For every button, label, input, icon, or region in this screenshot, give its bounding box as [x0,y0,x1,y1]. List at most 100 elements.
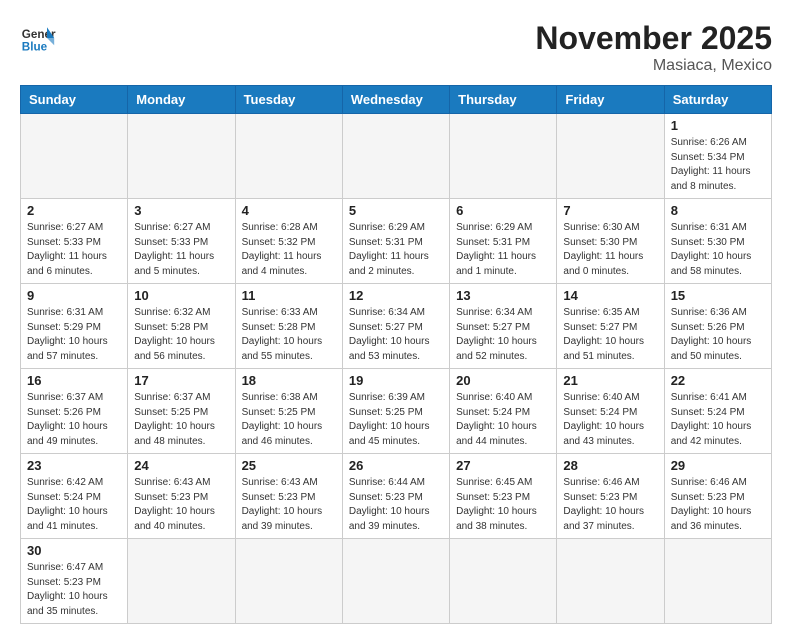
calendar-cell [557,114,664,199]
day-info: Sunrise: 6:34 AM Sunset: 5:27 PM Dayligh… [456,306,550,364]
calendar-table: SundayMondayTuesdayWednesdayThursdayFrid… [20,85,772,624]
week-row-3: 16 Sunrise: 6:37 AM Sunset: 5:26 PM Dayli… [21,369,772,454]
calendar-cell: 5Sunrise: 6:29 AM Sunset: 5:31 PM Daylig… [342,199,449,284]
week-row-1: 2 Sunrise: 6:27 AM Sunset: 5:33 PM Daylig… [21,199,772,284]
day-info: Sunrise: 6:36 AM Sunset: 5:26 PM Dayligh… [671,306,765,364]
calendar-cell: 22 Sunrise: 6:41 AM Sunset: 5:24 PM Dayli… [664,369,771,454]
day-info: Sunrise: 6:30 AM Sunset: 5:30 PM Dayligh… [563,221,657,279]
day-info: Sunrise: 6:47 AM Sunset: 5:23 PM Dayligh… [27,561,121,619]
day-number: 23 [27,458,121,473]
month-title: November 2025 [535,20,772,57]
week-row-2: 9 Sunrise: 6:31 AM Sunset: 5:29 PM Daylig… [21,284,772,369]
day-info: Sunrise: 6:39 AM Sunset: 5:25 PM Dayligh… [349,391,443,449]
calendar-cell: 9 Sunrise: 6:31 AM Sunset: 5:29 PM Daylig… [21,284,128,369]
calendar-cell: 11 Sunrise: 6:33 AM Sunset: 5:28 PM Dayli… [235,284,342,369]
calendar-cell: 16 Sunrise: 6:37 AM Sunset: 5:26 PM Dayli… [21,369,128,454]
page-header: General Blue November 2025 Masiaca, Mexi… [20,20,772,75]
day-number: 27 [456,458,550,473]
day-info: Sunrise: 6:43 AM Sunset: 5:23 PM Dayligh… [134,476,228,534]
calendar-cell: 12Sunrise: 6:34 AM Sunset: 5:27 PM Dayli… [342,284,449,369]
calendar-cell: 30Sunrise: 6:47 AM Sunset: 5:23 PM Dayli… [21,539,128,624]
day-number: 11 [242,288,336,303]
day-info: Sunrise: 6:41 AM Sunset: 5:24 PM Dayligh… [671,391,765,449]
location: Masiaca, Mexico [535,57,772,75]
calendar-cell: 24 Sunrise: 6:43 AM Sunset: 5:23 PM Dayli… [128,454,235,539]
day-number: 15 [671,288,765,303]
svg-text:Blue: Blue [22,41,48,54]
day-number: 22 [671,373,765,388]
day-header-monday: Monday [128,86,235,114]
calendar-cell: 13 Sunrise: 6:34 AM Sunset: 5:27 PM Dayli… [450,284,557,369]
logo: General Blue [20,20,56,56]
week-row-5: 30Sunrise: 6:47 AM Sunset: 5:23 PM Dayli… [21,539,772,624]
calendar-cell: 15 Sunrise: 6:36 AM Sunset: 5:26 PM Dayli… [664,284,771,369]
calendar-cell: 25Sunrise: 6:43 AM Sunset: 5:23 PM Dayli… [235,454,342,539]
day-info: Sunrise: 6:28 AM Sunset: 5:32 PM Dayligh… [242,221,336,279]
title-block: November 2025 Masiaca, Mexico [535,20,772,75]
day-number: 19 [349,373,443,388]
calendar-cell: 8Sunrise: 6:31 AM Sunset: 5:30 PM Daylig… [664,199,771,284]
calendar-cell [128,114,235,199]
calendar-cell [664,539,771,624]
calendar-cell: 20 Sunrise: 6:40 AM Sunset: 5:24 PM Dayli… [450,369,557,454]
day-number: 9 [27,288,121,303]
day-header-thursday: Thursday [450,86,557,114]
calendar-cell: 10Sunrise: 6:32 AM Sunset: 5:28 PM Dayli… [128,284,235,369]
day-number: 18 [242,373,336,388]
day-info: Sunrise: 6:42 AM Sunset: 5:24 PM Dayligh… [27,476,121,534]
day-info: Sunrise: 6:32 AM Sunset: 5:28 PM Dayligh… [134,306,228,364]
day-number: 3 [134,203,228,218]
day-info: Sunrise: 6:40 AM Sunset: 5:24 PM Dayligh… [563,391,657,449]
day-header-friday: Friday [557,86,664,114]
day-number: 13 [456,288,550,303]
day-number: 14 [563,288,657,303]
calendar-cell [450,114,557,199]
day-number: 16 [27,373,121,388]
calendar-cell [342,114,449,199]
day-number: 26 [349,458,443,473]
day-info: Sunrise: 6:35 AM Sunset: 5:27 PM Dayligh… [563,306,657,364]
calendar-cell [557,539,664,624]
day-number: 12 [349,288,443,303]
day-info: Sunrise: 6:37 AM Sunset: 5:26 PM Dayligh… [27,391,121,449]
calendar-cell: 23 Sunrise: 6:42 AM Sunset: 5:24 PM Dayli… [21,454,128,539]
calendar-cell: 17Sunrise: 6:37 AM Sunset: 5:25 PM Dayli… [128,369,235,454]
calendar-cell [235,114,342,199]
day-info: Sunrise: 6:33 AM Sunset: 5:28 PM Dayligh… [242,306,336,364]
day-number: 6 [456,203,550,218]
day-number: 2 [27,203,121,218]
calendar-cell: 7 Sunrise: 6:30 AM Sunset: 5:30 PM Daylig… [557,199,664,284]
calendar-cell: 28Sunrise: 6:46 AM Sunset: 5:23 PM Dayli… [557,454,664,539]
day-number: 5 [349,203,443,218]
calendar-cell: 3 Sunrise: 6:27 AM Sunset: 5:33 PM Daylig… [128,199,235,284]
week-row-4: 23 Sunrise: 6:42 AM Sunset: 5:24 PM Dayli… [21,454,772,539]
calendar-cell [128,539,235,624]
day-number: 21 [563,373,657,388]
day-number: 1 [671,118,765,133]
days-header-row: SundayMondayTuesdayWednesdayThursdayFrid… [21,86,772,114]
day-number: 25 [242,458,336,473]
day-number: 17 [134,373,228,388]
calendar-cell [21,114,128,199]
calendar-cell: 4 Sunrise: 6:28 AM Sunset: 5:32 PM Daylig… [235,199,342,284]
day-number: 20 [456,373,550,388]
day-info: Sunrise: 6:31 AM Sunset: 5:30 PM Dayligh… [671,221,765,279]
calendar-cell [235,539,342,624]
day-header-tuesday: Tuesday [235,86,342,114]
calendar-cell: 19 Sunrise: 6:39 AM Sunset: 5:25 PM Dayli… [342,369,449,454]
day-info: Sunrise: 6:27 AM Sunset: 5:33 PM Dayligh… [27,221,121,279]
calendar-cell: 18 Sunrise: 6:38 AM Sunset: 5:25 PM Dayli… [235,369,342,454]
day-info: Sunrise: 6:38 AM Sunset: 5:25 PM Dayligh… [242,391,336,449]
day-number: 7 [563,203,657,218]
day-number: 4 [242,203,336,218]
day-info: Sunrise: 6:31 AM Sunset: 5:29 PM Dayligh… [27,306,121,364]
day-info: Sunrise: 6:29 AM Sunset: 5:31 PM Dayligh… [456,221,550,279]
calendar-cell [450,539,557,624]
calendar-cell: 26Sunrise: 6:44 AM Sunset: 5:23 PM Dayli… [342,454,449,539]
day-info: Sunrise: 6:27 AM Sunset: 5:33 PM Dayligh… [134,221,228,279]
calendar-cell: 14 Sunrise: 6:35 AM Sunset: 5:27 PM Dayli… [557,284,664,369]
day-info: Sunrise: 6:46 AM Sunset: 5:23 PM Dayligh… [563,476,657,534]
day-info: Sunrise: 6:40 AM Sunset: 5:24 PM Dayligh… [456,391,550,449]
day-header-sunday: Sunday [21,86,128,114]
day-number: 24 [134,458,228,473]
